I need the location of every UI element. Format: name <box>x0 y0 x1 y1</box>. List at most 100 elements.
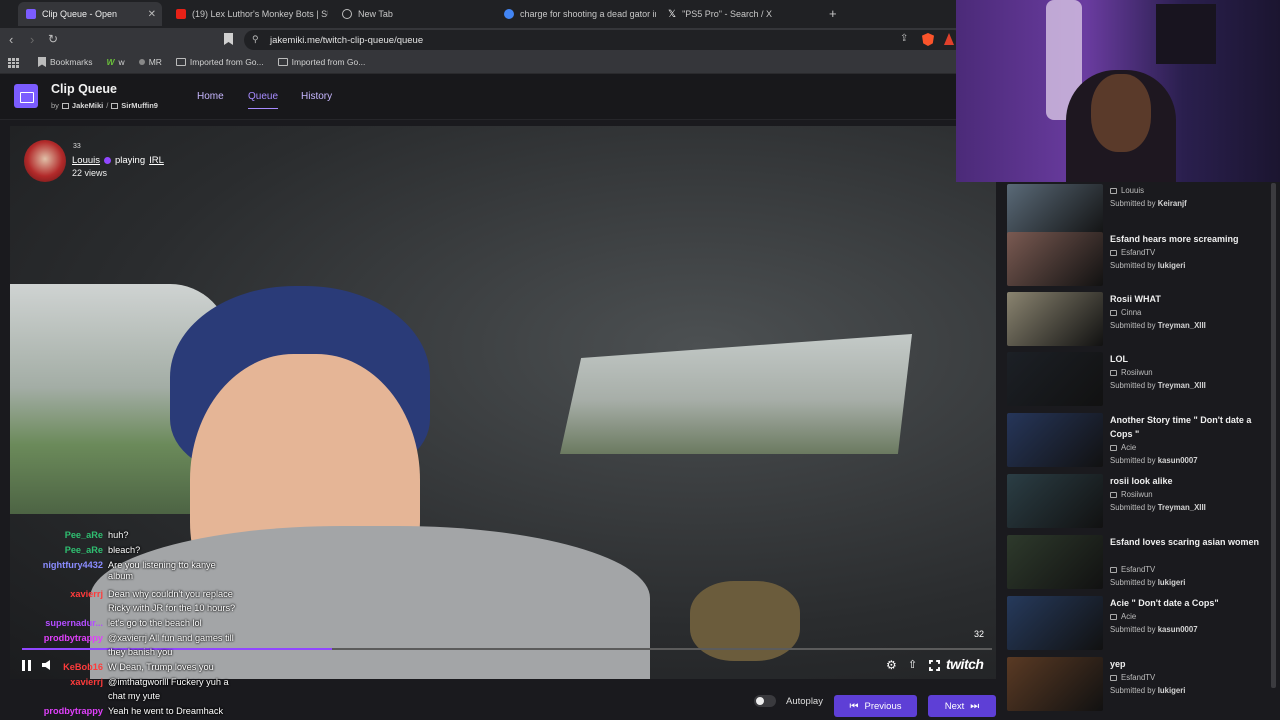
clip-title: yep <box>1110 659 1126 669</box>
bookmark-icon[interactable] <box>224 33 233 45</box>
tab-title: Clip Queue - Open <box>42 9 118 19</box>
clip-channel: Acie <box>1110 612 1136 621</box>
submitted-by: Submitted by Treyman_XIII <box>1110 503 1206 512</box>
submitter-name: Treyman_XIII <box>1157 503 1206 512</box>
chat-bubble-icon <box>1110 566 1117 573</box>
twitch-logo[interactable]: twitch <box>946 656 984 672</box>
queue-item[interactable]: Rosii WHAT Cinna Submitted by Treyman_XIII <box>1007 292 1277 348</box>
queue-scrollbar[interactable] <box>1271 183 1276 688</box>
tab-youtube[interactable]: (19) Lex Luthor's Monkey Bots | SUPE <box>168 2 328 26</box>
share-icon[interactable]: ⇪ <box>900 33 908 44</box>
submitter-name: Treyman_XIII <box>1157 321 1206 330</box>
channel-name: EsfandTV <box>1121 673 1156 682</box>
next-button[interactable]: Next ⏭ <box>928 695 996 717</box>
author-link[interactable]: SirMuffin9 <box>121 101 158 110</box>
clip-channel: EsfandTV <box>1110 565 1155 574</box>
chat-bubble-icon <box>1110 613 1117 620</box>
submitter-name: kasun0007 <box>1157 456 1198 465</box>
queue-item[interactable]: Esfand hears more screaming EsfandTV Submi… <box>1007 232 1277 288</box>
submitted-by: Submitted by Keiranjf <box>1110 199 1187 208</box>
clip-thumbnail[interactable] <box>1007 292 1103 346</box>
queue-item[interactable]: Acie " Don't date a Cops" Acie Submitted b… <box>1007 596 1277 652</box>
queue-item[interactable]: Esfand loves scaring asian women EsfandTV… <box>1007 535 1277 591</box>
brave-rewards-icon[interactable] <box>944 33 954 45</box>
bookmark-label: Bookmarks <box>50 57 93 67</box>
clip-thumbnail[interactable] <box>1007 184 1103 238</box>
clip-channel: EsfandTV <box>1110 248 1155 257</box>
tab-x-search[interactable]: 𝕏 "PS5 Pro" - Search / X <box>660 2 820 26</box>
streamer-avatar[interactable] <box>24 140 66 182</box>
tab-new-tab[interactable]: New Tab <box>334 2 494 26</box>
clip-thumbnail[interactable] <box>1007 232 1103 286</box>
category-link[interactable]: IRL <box>149 155 164 166</box>
chat-bubble-icon <box>1110 444 1117 451</box>
address-bar[interactable]: ⚲ jakemiki.me/twitch-clip-queue/queue ⇪ <box>244 30 964 50</box>
queue-item[interactable]: rosii look alike Rosiiwun Submitted by Tre… <box>1007 474 1277 530</box>
clip-thumbnail[interactable] <box>1007 596 1103 650</box>
forward-icon[interactable]: › <box>30 32 34 47</box>
nav-history[interactable]: History <box>301 91 332 102</box>
chat-username: xavierrj <box>70 677 103 687</box>
author-link[interactable]: JakeMiki <box>72 101 103 110</box>
chat-message-continued: Ricky with JR for the 10 hours? <box>108 603 236 613</box>
back-icon[interactable]: ‹ <box>9 32 13 47</box>
channel-name: Rosiiwun <box>1121 368 1153 377</box>
share-icon[interactable]: ⇧ <box>908 658 917 671</box>
submitted-label: Submitted by <box>1110 578 1156 587</box>
bookmark-w[interactable]: Ww <box>107 57 125 67</box>
queue-item[interactable]: yep EsfandTV Submitted by lukigeri <box>1007 657 1277 713</box>
clip-title-line: Louuis playing IRL <box>72 155 164 166</box>
queue-item[interactable]: LOL Rosiiwun Submitted by Treyman_XIII <box>1007 352 1277 408</box>
submitter-name: lukigeri <box>1157 578 1186 587</box>
chat-username: xavierrj <box>70 589 103 599</box>
settings-gear-icon[interactable]: ⚙ <box>886 658 897 672</box>
streamer-link[interactable]: Louuis <box>72 155 100 166</box>
bookmark-label: w <box>118 57 125 67</box>
nav-queue[interactable]: Queue <box>248 91 279 109</box>
submitted-by: Submitted by kasun0007 <box>1110 625 1198 634</box>
chat-username: Pee_aRe <box>64 530 103 540</box>
new-tab-button[interactable]: + <box>829 6 837 21</box>
bookmark-imported-2[interactable]: Imported from Go... <box>277 57 365 67</box>
tv-logo-icon[interactable] <box>14 84 38 108</box>
previous-button[interactable]: ⏮ Previous <box>834 695 917 717</box>
submitter-name: kasun0007 <box>1157 625 1198 634</box>
submitted-by: Submitted by lukigeri <box>1110 686 1185 695</box>
clip-channel: Rosiiwun <box>1110 368 1153 377</box>
bookmark-bookmarks[interactable]: Bookmarks <box>38 57 93 67</box>
clip-title: LOL <box>1110 354 1128 364</box>
clip-thumbnail[interactable] <box>1007 657 1103 711</box>
chat-username: supernadur... <box>45 618 103 628</box>
clip-thumbnail[interactable] <box>1007 352 1103 406</box>
x-favicon-icon: 𝕏 <box>668 8 677 20</box>
clip-title: Another Story time " Don't date a Cops " <box>1110 415 1252 439</box>
bookmark-mr[interactable]: MR <box>138 57 162 67</box>
clip-thumbnail[interactable] <box>1007 535 1103 589</box>
bookmark-imported-1[interactable]: Imported from Go... <box>175 57 264 67</box>
chat-message: Yeah he went to Dreamhack <box>108 706 224 716</box>
clip-channel: Cinna <box>1110 308 1141 317</box>
submitter-name: lukigeri <box>1157 686 1186 695</box>
chat-message: let's go to the beach lol <box>108 618 202 628</box>
reload-icon[interactable]: ↻ <box>48 32 58 46</box>
tab-google-search[interactable]: charge for shooting a dead gator in f <box>496 2 656 26</box>
previous-label: Previous <box>864 700 902 712</box>
close-tab-icon[interactable]: ✕ <box>148 9 156 20</box>
clip-queue-favicon-icon <box>26 9 36 19</box>
tab-clip-queue[interactable]: Clip Queue - Open ✕ <box>18 2 162 26</box>
brave-shields-icon[interactable] <box>922 33 934 46</box>
clip-badge: 33 <box>73 143 81 150</box>
autoplay-toggle[interactable] <box>754 695 776 707</box>
bookmark-label: Imported from Go... <box>189 57 264 67</box>
submitted-label: Submitted by <box>1110 381 1156 390</box>
submitted-by: Submitted by lukigeri <box>1110 578 1185 587</box>
submitted-label: Submitted by <box>1110 503 1156 512</box>
queue-item[interactable]: Another Story time " Don't date a Cops "… <box>1007 413 1277 469</box>
clip-thumbnail[interactable] <box>1007 474 1103 528</box>
tab-title: (19) Lex Luthor's Monkey Bots | SUPE <box>192 9 328 19</box>
site-settings-icon[interactable]: ⚲ <box>252 34 259 45</box>
clip-thumbnail[interactable] <box>1007 413 1103 467</box>
nav-home[interactable]: Home <box>197 91 224 102</box>
bookmarks-icon <box>38 57 46 67</box>
apps-grid-icon[interactable] <box>8 58 19 68</box>
